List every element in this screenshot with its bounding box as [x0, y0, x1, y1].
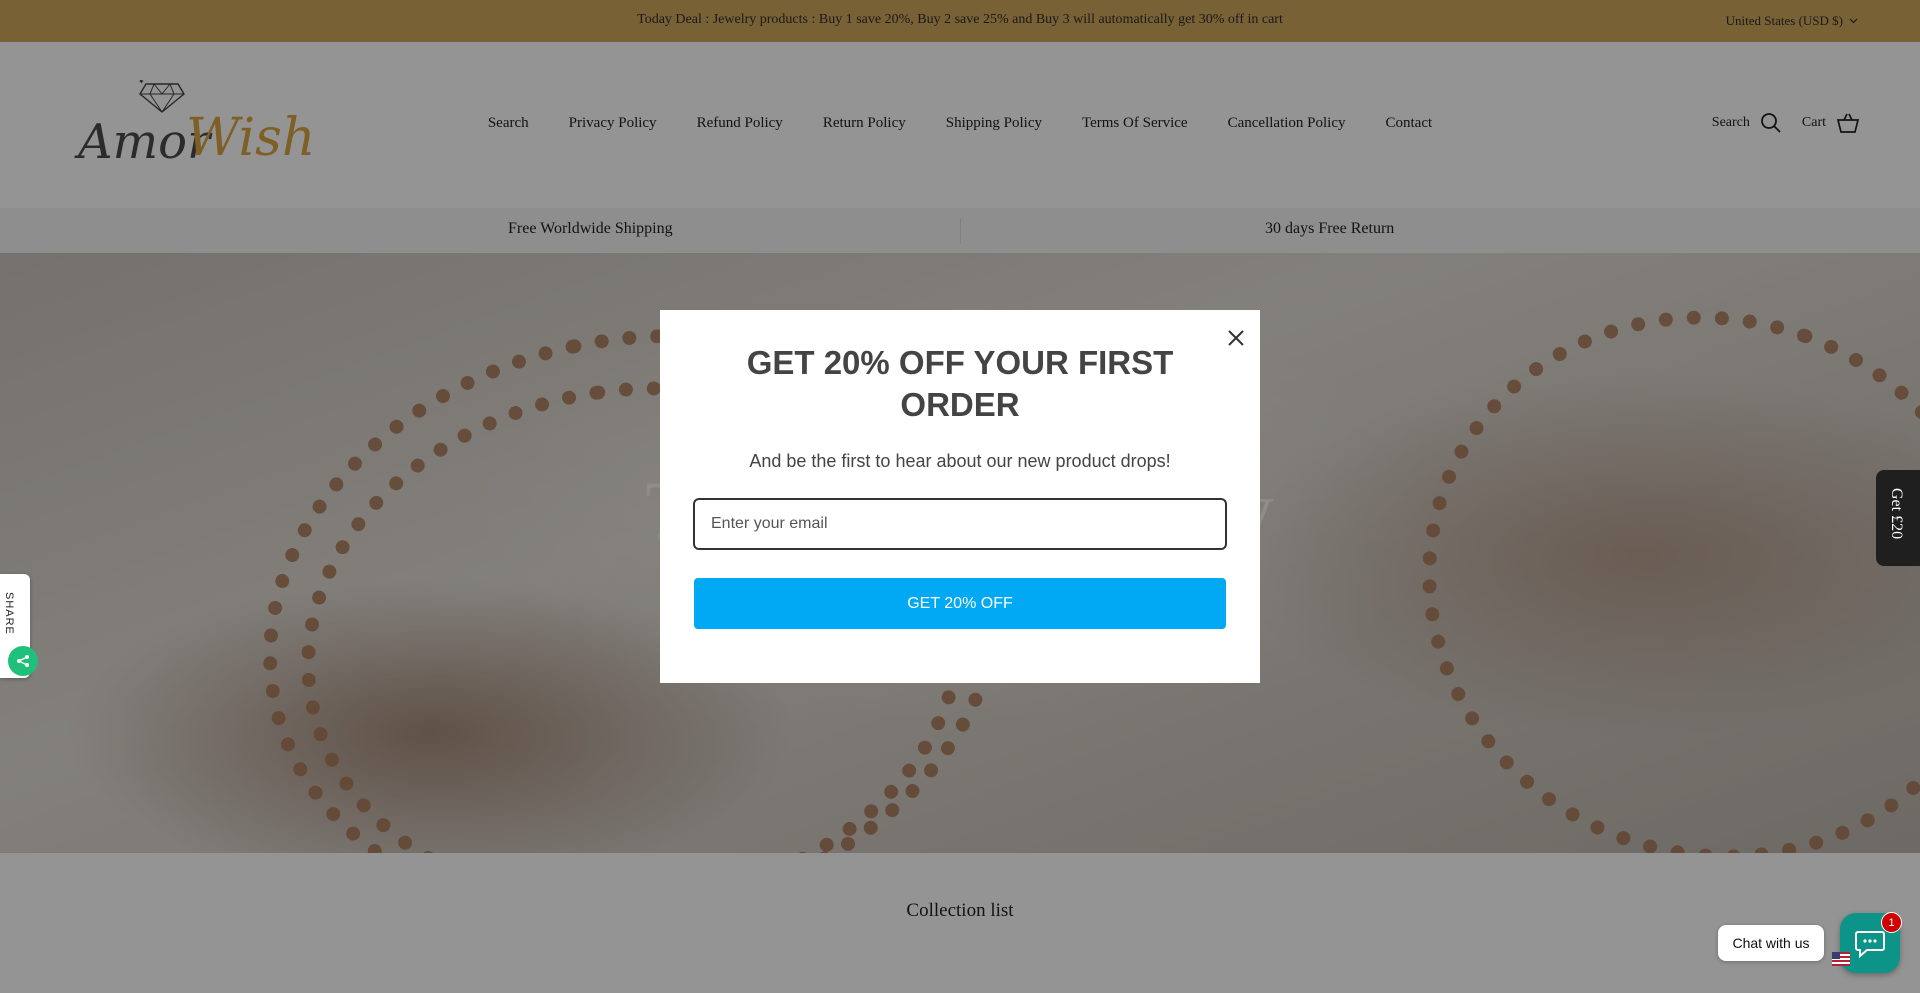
chat-notification-badge: 1 — [1881, 912, 1902, 933]
share-label: SHARE — [3, 592, 15, 635]
share-icon — [17, 655, 29, 667]
popup-subtext: And be the first to hear about our new p… — [749, 451, 1171, 471]
share-button[interactable] — [8, 646, 38, 676]
popup-headline: GET 20% OFF YOUR FIRST ORDER — [746, 344, 1174, 423]
reward-tab[interactable]: Get £20 — [1876, 470, 1920, 566]
share-widget[interactable]: SHARE — [0, 574, 38, 678]
email-field[interactable] — [693, 498, 1227, 550]
chat-label[interactable]: Chat with us — [1718, 925, 1824, 961]
discount-popup: GET 20% OFF YOUR FIRST ORDER And be the … — [660, 310, 1260, 683]
get-discount-button[interactable]: GET 20% OFF — [694, 578, 1226, 629]
chat-icon — [1855, 931, 1885, 958]
reward-label: Get £20 — [1888, 488, 1905, 540]
us-flag-icon[interactable] — [1832, 952, 1850, 966]
popup-close-button[interactable] — [1222, 324, 1250, 352]
close-icon — [1228, 330, 1244, 346]
